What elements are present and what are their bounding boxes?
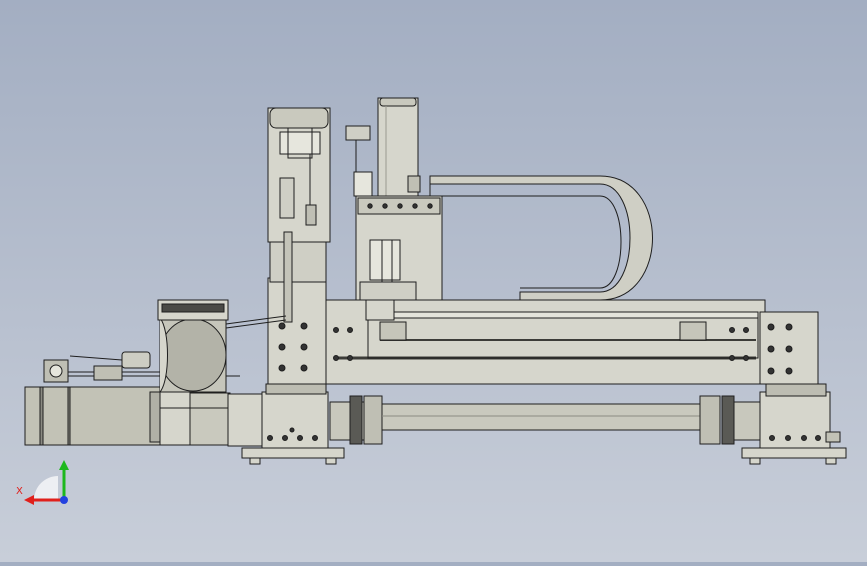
triad-y-arrowhead (59, 460, 69, 470)
beam-right-end-plate[interactable] (759, 311, 827, 397)
left-servo-motor[interactable] (24, 386, 265, 447)
cad-viewport[interactable]: X (0, 0, 867, 562)
coordinate-triad (24, 460, 69, 505)
triad-plane (34, 476, 58, 500)
triad-x-arrowhead (24, 495, 34, 505)
gantry-assembly-model[interactable] (0, 0, 867, 562)
beam-left-carriage[interactable] (265, 277, 327, 395)
z-axis-right-motor[interactable] (345, 97, 421, 199)
triad-x-label: X (16, 486, 23, 497)
cable-chain[interactable] (429, 175, 653, 301)
ball-screw-shaft[interactable] (329, 395, 763, 445)
left-mount-bracket[interactable] (157, 299, 229, 393)
triad-z-axis (60, 496, 68, 504)
